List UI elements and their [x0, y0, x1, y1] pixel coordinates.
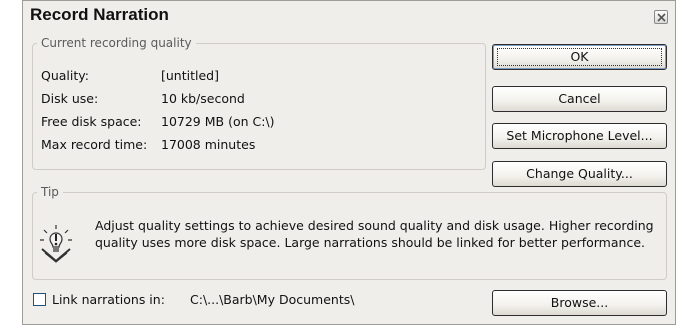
quality-group-legend: Current recording quality: [41, 36, 192, 50]
link-narrations-label[interactable]: Link narrations in:: [52, 292, 165, 307]
cancel-button-label: Cancel: [558, 91, 601, 106]
max-record-label: Max record time:: [41, 137, 148, 152]
tip-group-legend: Tip: [41, 185, 59, 199]
title-bar: Record Narration: [23, 1, 675, 31]
free-disk-value: 10729 MB (on C:\): [161, 114, 275, 129]
tip-text: Adjust quality settings to achieve desir…: [95, 218, 654, 250]
dialog-title: Record Narration: [30, 5, 169, 24]
cancel-button[interactable]: Cancel: [492, 86, 667, 112]
record-narration-dialog: Record Narration Current recording quali…: [22, 0, 676, 325]
lightbulb-tip-icon: [40, 225, 72, 263]
change-quality-button[interactable]: Change Quality...: [492, 161, 667, 187]
browse-button[interactable]: Browse...: [492, 290, 667, 316]
link-narrations-checkbox[interactable]: [33, 293, 46, 306]
free-disk-label: Free disk space:: [41, 114, 142, 129]
max-record-value: 17008 minutes: [161, 137, 256, 152]
set-microphone-level-button[interactable]: Set Microphone Level...: [492, 123, 667, 149]
focus-rect: [497, 48, 662, 66]
link-path-text: C:\...\Barb\My Documents\: [190, 292, 355, 307]
set-microphone-level-label: Set Microphone Level...: [506, 128, 653, 143]
change-quality-label: Change Quality...: [526, 166, 633, 181]
quality-value: [untitled]: [161, 68, 219, 83]
disk-use-value: 10 kb/second: [161, 91, 245, 106]
close-icon: [657, 13, 666, 22]
ok-button[interactable]: OK: [492, 44, 667, 70]
disk-use-label: Disk use:: [41, 91, 99, 106]
quality-label: Quality:: [41, 68, 89, 83]
browse-button-label: Browse...: [550, 295, 609, 310]
close-button[interactable]: [654, 10, 668, 24]
